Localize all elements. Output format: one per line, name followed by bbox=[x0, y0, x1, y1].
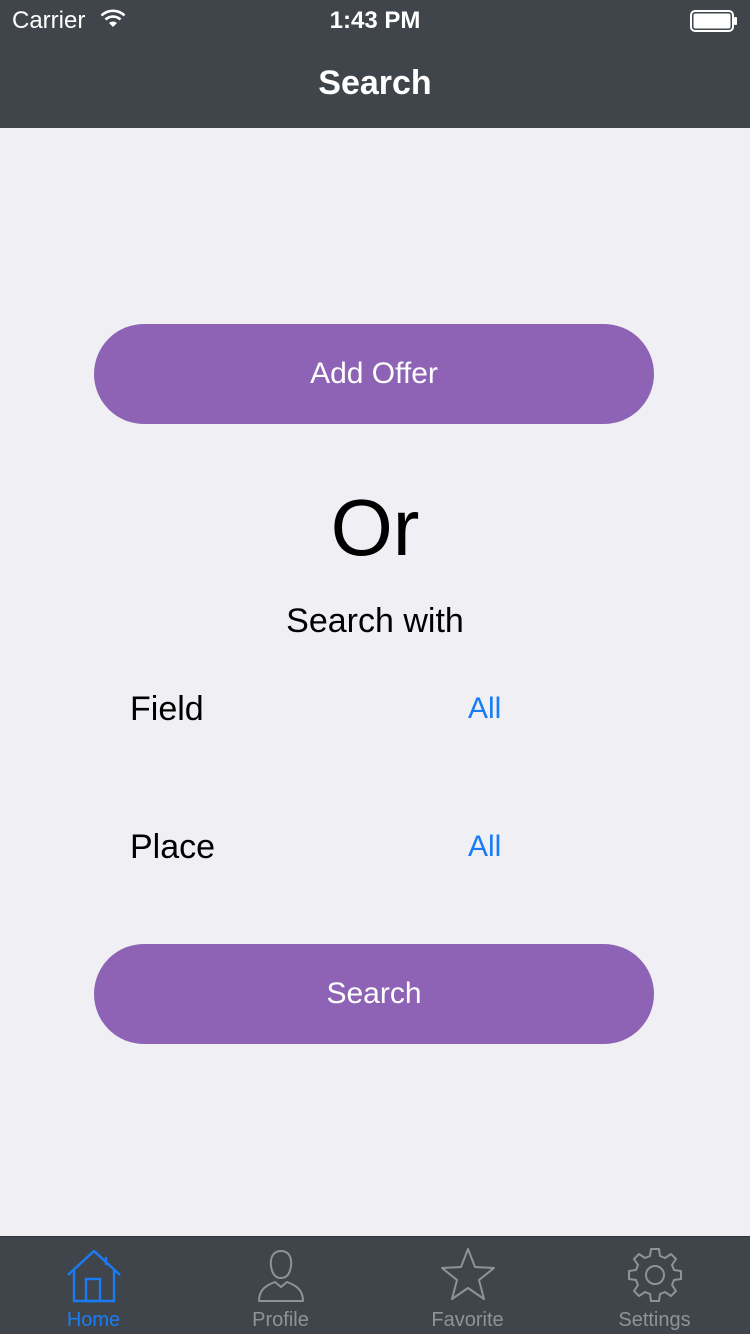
place-label: Place bbox=[130, 828, 216, 866]
tab-profile[interactable]: Profile bbox=[187, 1237, 374, 1334]
search-button[interactable]: Search bbox=[94, 944, 654, 1044]
tab-favorite[interactable]: Favorite bbox=[374, 1237, 561, 1334]
page-title: Search bbox=[318, 64, 432, 102]
field-label: Field bbox=[130, 690, 204, 728]
field-selector[interactable]: All bbox=[468, 692, 501, 726]
tab-label: Home bbox=[66, 1309, 121, 1331]
screen: Carrier 1:43 PM Search Add Offer Or Sear… bbox=[0, 0, 750, 1334]
battery-icon bbox=[690, 10, 737, 32]
or-text: Or bbox=[330, 483, 420, 572]
search-with-label: Search with bbox=[286, 602, 464, 640]
tab-label: Favorite bbox=[431, 1309, 504, 1331]
tab-label: Profile bbox=[252, 1309, 309, 1331]
home-icon bbox=[66, 1249, 121, 1303]
tab-settings[interactable]: Settings bbox=[561, 1237, 748, 1334]
status-time: 1:43 PM bbox=[329, 7, 421, 34]
add-offer-button[interactable]: Add Offer bbox=[94, 324, 654, 424]
tab-home[interactable]: Home bbox=[0, 1237, 187, 1334]
tab-label: Settings bbox=[618, 1309, 691, 1331]
place-selector[interactable]: All bbox=[468, 830, 501, 864]
top-bar: Carrier 1:43 PM Search bbox=[0, 0, 750, 128]
profile-icon bbox=[257, 1249, 304, 1302]
gear-icon bbox=[627, 1248, 682, 1302]
star-icon bbox=[440, 1248, 495, 1300]
tab-bar: Home Profile Favorite Settings bbox=[0, 1236, 750, 1334]
status-bar: Carrier 1:43 PM bbox=[0, 0, 750, 40]
